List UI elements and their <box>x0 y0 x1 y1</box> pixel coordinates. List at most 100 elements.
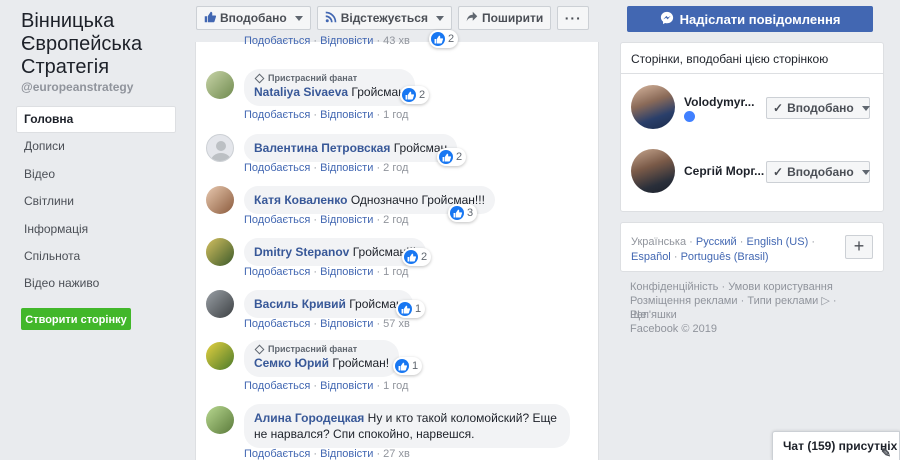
main-column: Вподобано Відстежується Поширити ··· 2 П… <box>184 0 610 460</box>
reply-link[interactable]: Відповісти <box>320 266 373 278</box>
comment-meta: Подобається · Відповісти · 1 год <box>244 266 409 278</box>
comment-text: Гройсман <box>351 85 405 99</box>
share-button[interactable]: Поширити <box>457 6 552 30</box>
reaction-count[interactable]: 2 <box>400 86 430 104</box>
liked-page-item: Сергій Морг... ✓ Вподобано <box>631 149 875 197</box>
comment-meta: Подобається · Відповісти · 57 хв <box>244 318 410 330</box>
reaction-count[interactable]: 2 <box>429 30 459 48</box>
like-reaction-icon <box>450 206 464 220</box>
chevron-down-icon <box>861 105 870 111</box>
chat-bar[interactable]: Чат (159) присутніх ✎ <box>772 431 900 460</box>
reaction-count[interactable]: 1 <box>396 300 426 318</box>
comment-author[interactable]: Василь Кривий <box>254 297 346 311</box>
reaction-count[interactable]: 2 <box>437 148 467 166</box>
add-language-button[interactable]: + <box>845 235 873 259</box>
check-icon: ✓ <box>773 165 784 179</box>
page-title[interactable]: Вінницька Європейська Стратегія <box>21 10 181 79</box>
avatar[interactable] <box>206 186 234 214</box>
comment-time[interactable]: 27 хв <box>383 448 410 460</box>
language-link[interactable]: Português (Brasil) <box>681 251 769 263</box>
nav-item-live[interactable]: Відео наживо <box>16 270 176 297</box>
liked-page-button[interactable]: ✓ Вподобано <box>766 161 870 183</box>
comment-time[interactable]: 2 год <box>383 214 408 226</box>
footer-link[interactable]: Конфіденційність <box>630 281 718 293</box>
like-link[interactable]: Подобається <box>244 109 310 121</box>
reply-link[interactable]: Відповісти <box>320 448 373 460</box>
reaction-count[interactable]: 2 <box>402 248 432 266</box>
footer-link[interactable]: Умови користування <box>728 281 833 293</box>
comment-author[interactable]: Катя Коваленко <box>254 193 347 207</box>
like-link[interactable]: Подобається <box>244 35 310 47</box>
language-link[interactable]: English (US) <box>747 236 809 248</box>
reply-link[interactable]: Відповісти <box>320 162 373 174</box>
like-link[interactable]: Подобається <box>244 214 310 226</box>
liked-page-name[interactable]: Volodymyr... <box>684 95 754 109</box>
like-link[interactable]: Подобається <box>244 162 310 174</box>
like-link[interactable]: Подобається <box>244 380 310 392</box>
comment-bubble: Алина Городецкая Ну и кто такой коломойс… <box>244 404 570 448</box>
avatar[interactable] <box>631 149 675 193</box>
comment-time[interactable]: 43 хв <box>383 35 410 47</box>
comment-author[interactable]: Семко Юрий <box>254 356 329 370</box>
like-link[interactable]: Подобається <box>244 318 310 330</box>
comment-time[interactable]: 1 год <box>383 380 408 392</box>
comment-time[interactable]: 57 хв <box>383 318 410 330</box>
following-button[interactable]: Відстежується <box>316 6 452 30</box>
share-arrow-icon <box>466 11 478 26</box>
comments-card: 2 Подобається · Відповісти · 43 хв Прист… <box>195 30 599 460</box>
language-link[interactable]: Español <box>631 251 671 263</box>
liked-page-name[interactable]: Сергій Морг... <box>684 164 764 178</box>
footer-link[interactable]: Розміщення реклами <box>630 295 738 307</box>
page-action-bar: Вподобано Відстежується Поширити ··· <box>196 6 590 32</box>
share-label: Поширити <box>481 11 544 25</box>
more-options-button[interactable]: ··· <box>557 6 590 30</box>
comment-author[interactable]: Dmitry Stepanov <box>254 245 349 259</box>
avatar[interactable] <box>206 342 234 370</box>
comment-time[interactable]: 2 год <box>383 162 408 174</box>
like-reaction-icon <box>398 302 412 316</box>
language-link[interactable]: Русский <box>696 236 737 248</box>
reply-link[interactable]: Відповісти <box>320 214 373 226</box>
like-link[interactable]: Подобається <box>244 448 310 460</box>
comment-time[interactable]: 1 год <box>383 266 408 278</box>
avatar[interactable] <box>206 71 234 99</box>
nav-item-videos[interactable]: Відео <box>16 161 176 188</box>
footer-link[interactable]: Ще <box>630 309 646 321</box>
language-box: Українська · Русский · English (US) · Es… <box>620 222 884 272</box>
avatar[interactable] <box>206 290 234 318</box>
avatar[interactable] <box>206 238 234 266</box>
reaction-count[interactable]: 1 <box>393 357 423 375</box>
reaction-count[interactable]: 3 <box>448 204 478 222</box>
comment-meta: Подобається · Відповісти · 27 хв <box>244 448 410 460</box>
compose-icon[interactable]: ✎ <box>881 446 891 460</box>
comment-meta: Подобається · Відповісти · 1 год <box>244 109 409 121</box>
nav-item-photos[interactable]: Світлини <box>16 188 176 215</box>
avatar[interactable] <box>206 134 234 162</box>
reply-link[interactable]: Відповісти <box>320 109 373 121</box>
divider <box>621 73 883 74</box>
create-page-button[interactable]: Створити сторінку <box>21 308 131 330</box>
avatar[interactable] <box>631 85 675 129</box>
chevron-down-icon <box>294 15 303 21</box>
reply-link[interactable]: Відповісти <box>320 318 373 330</box>
comment-author[interactable]: Nataliya Sivaeva <box>254 85 348 99</box>
like-link[interactable]: Подобається <box>244 266 310 278</box>
nav-item-home[interactable]: Головна <box>16 106 176 134</box>
comment-time[interactable]: 1 год <box>383 109 408 121</box>
liked-button[interactable]: Вподобано <box>196 6 311 30</box>
nav-item-community[interactable]: Спільнота <box>16 243 176 270</box>
liked-page-button[interactable]: ✓ Вподобано <box>766 97 870 119</box>
footer-link[interactable]: Типи реклами ▷ <box>747 295 829 307</box>
fan-badge: Пристрасний фанат <box>254 72 405 84</box>
page-handle[interactable]: @europeanstrategy <box>21 80 133 94</box>
comment-author[interactable]: Алина Городецкая <box>254 411 364 425</box>
comment-meta: Подобається · Відповісти · 2 год <box>244 214 409 226</box>
nav-item-posts[interactable]: Дописи <box>16 133 176 160</box>
comment-author[interactable]: Валентина Петровская <box>254 141 390 155</box>
reply-link[interactable]: Відповісти <box>320 35 373 47</box>
comment-bubble: Пристрасний фанат Nataliya Sivaeva Гройс… <box>244 69 415 106</box>
reply-link[interactable]: Відповісти <box>320 380 373 392</box>
send-message-button[interactable]: Надіслати повідомлення <box>627 6 873 32</box>
avatar[interactable] <box>206 406 234 434</box>
nav-item-about[interactable]: Інформація <box>16 216 176 243</box>
